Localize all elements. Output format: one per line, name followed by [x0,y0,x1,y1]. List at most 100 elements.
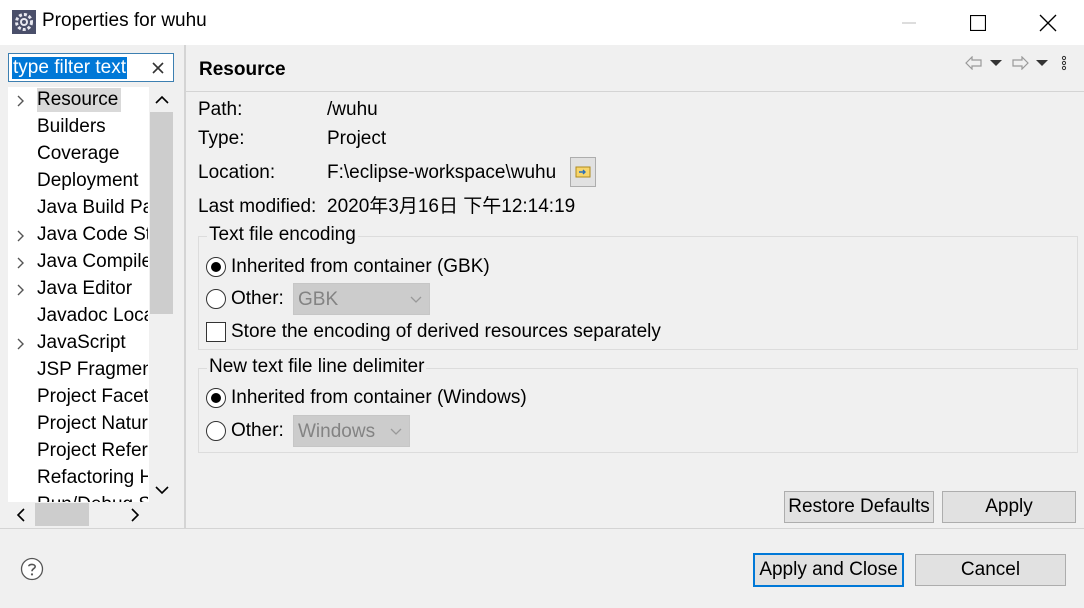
title-bar: Properties for wuhu [0,0,1084,45]
back-arrow-icon [965,56,982,70]
tree-item-label: Java Build Pa [37,197,148,218]
apply-and-close-button[interactable]: Apply and Close [753,553,904,587]
clear-filter-button[interactable] [147,56,169,80]
delimiter-combo-value: Windows [298,421,376,442]
text-file-encoding-group: Text file encoding Inherited from contai… [198,223,1078,350]
maximize-button[interactable] [943,0,1012,45]
tree-item[interactable]: JSP Fragmen [8,357,148,384]
tree-item[interactable]: Java Build Pa [8,195,148,222]
apply-button[interactable]: Apply [942,491,1076,523]
minimize-button[interactable] [874,0,943,45]
tree-item[interactable]: Java Compile [8,249,148,276]
tree-item-label: Run/Debug S [37,493,148,502]
tree-item[interactable]: Java Editor [8,276,148,303]
cancel-button[interactable]: Cancel [915,554,1066,586]
maximize-icon [969,14,986,31]
vertical-scroll-thumb[interactable] [150,112,173,314]
tree-item[interactable]: Project Natur [8,411,148,438]
view-menu-button[interactable] [1054,53,1074,73]
encoding-inherited-label[interactable]: Inherited from container (GBK) [231,255,490,279]
modified-value: 2020年3月16日 下午12:14:19 [327,196,576,217]
eclipse-gear-icon [12,10,36,34]
dropdown-arrow-icon [990,60,1002,66]
tree-item[interactable]: Run/Debug S [8,492,148,502]
horizontal-scrollbar[interactable] [8,502,149,527]
encoding-inherited-radio[interactable] [206,257,226,277]
expand-arrow-icon[interactable] [15,95,27,107]
tree-item-label: Javadoc Loca [37,305,148,326]
tree-item[interactable]: JavaScript [8,330,148,357]
tree-item[interactable]: Project Refer [8,438,148,465]
encoding-other-label[interactable]: Other: [231,287,284,311]
show-in-explorer-button[interactable] [570,157,596,187]
tree-item-label: Deployment [37,170,139,191]
tree-item-label: JavaScript [37,332,126,353]
delimiter-combo[interactable]: Windows [293,415,410,447]
tree-item-label: Resource [37,88,122,112]
chevron-right-icon [130,507,139,522]
tree-item-label: Java Compile [37,251,148,272]
delimiter-inherited-radio[interactable] [206,388,226,408]
tree-item-label: Project Facet [37,386,148,407]
encoding-combo-value: GBK [298,289,339,310]
forward-button[interactable] [1010,53,1030,73]
tree-item[interactable]: Refactoring H [8,465,148,492]
back-button[interactable] [964,53,984,73]
dialog-button-bar: Apply and Close Cancel [0,528,1084,608]
location-label: Location: [198,162,276,183]
tree-item-label: Coverage [37,143,120,164]
forward-history-dropdown[interactable] [1032,53,1052,73]
encoding-combo[interactable]: GBK [293,283,430,315]
tree-item[interactable]: Java Code Sty [8,222,148,249]
delimiter-inherited-label[interactable]: Inherited from container (Windows) [231,386,527,410]
line-delimiter-group: New text file line delimiter Inherited f… [198,355,1078,453]
chevron-left-icon [16,507,25,522]
tree-item[interactable]: Project Facet [8,384,148,411]
forward-arrow-icon [1012,56,1029,70]
filter-text[interactable]: type filter text [12,57,127,79]
tree-item-label: Refactoring H [37,467,148,488]
expand-arrow-icon[interactable] [15,338,27,350]
tree-item-label: Project Natur [37,413,148,434]
expand-arrow-icon[interactable] [15,257,27,269]
scroll-left-button[interactable] [8,502,33,527]
property-page: Resource Path: /wuhu Type: Project Locat… [186,45,1084,528]
path-label: Path: [198,99,243,120]
encoding-other-radio[interactable] [206,289,226,309]
back-history-dropdown[interactable] [986,53,1006,73]
tree-item[interactable]: Javadoc Loca [8,303,148,330]
delimiter-other-label[interactable]: Other: [231,419,284,443]
navigation-panel: type filter text Resource Builders Coverag… [0,45,184,528]
expand-arrow-icon[interactable] [15,230,27,242]
type-value: Project [327,128,387,149]
horizontal-scroll-thumb[interactable] [35,503,89,526]
encoding-group-title: Text file encoding [207,223,358,247]
view-menu-icon [1061,55,1067,71]
tree-list: Resource Builders Coverage Deployment Java B… [8,87,148,502]
close-button[interactable] [1013,0,1082,45]
tree-item-label: Java Code Sty [37,224,148,245]
chevron-down-icon [390,428,402,435]
tree-item[interactable]: Resource [8,87,148,114]
page-navigation [964,53,1074,73]
tree-item[interactable]: Deployment [8,168,148,195]
scroll-right-button[interactable] [122,502,147,527]
tree-item-label: JSP Fragmen [37,359,148,380]
path-value: /wuhu [327,99,378,120]
scroll-down-button[interactable] [149,477,174,502]
vertical-scrollbar[interactable] [149,87,174,502]
property-page-tree[interactable]: Resource Builders Coverage Deployment Java B… [8,87,174,527]
chevron-up-icon [154,95,169,104]
store-encoding-checkbox[interactable] [206,322,226,342]
window-title: Properties for wuhu [42,10,207,31]
help-icon[interactable] [20,557,44,581]
expand-arrow-icon[interactable] [15,284,27,296]
restore-defaults-button[interactable]: Restore Defaults [784,491,934,523]
scroll-up-button[interactable] [149,87,174,112]
store-encoding-label[interactable]: Store the encoding of derived resources … [231,320,661,344]
tree-item[interactable]: Builders [8,114,148,141]
delimiter-other-radio[interactable] [206,421,226,441]
tree-item[interactable]: Coverage [8,141,148,168]
filter-input[interactable]: type filter text [8,53,174,82]
tree-item-label: Builders [37,116,106,137]
